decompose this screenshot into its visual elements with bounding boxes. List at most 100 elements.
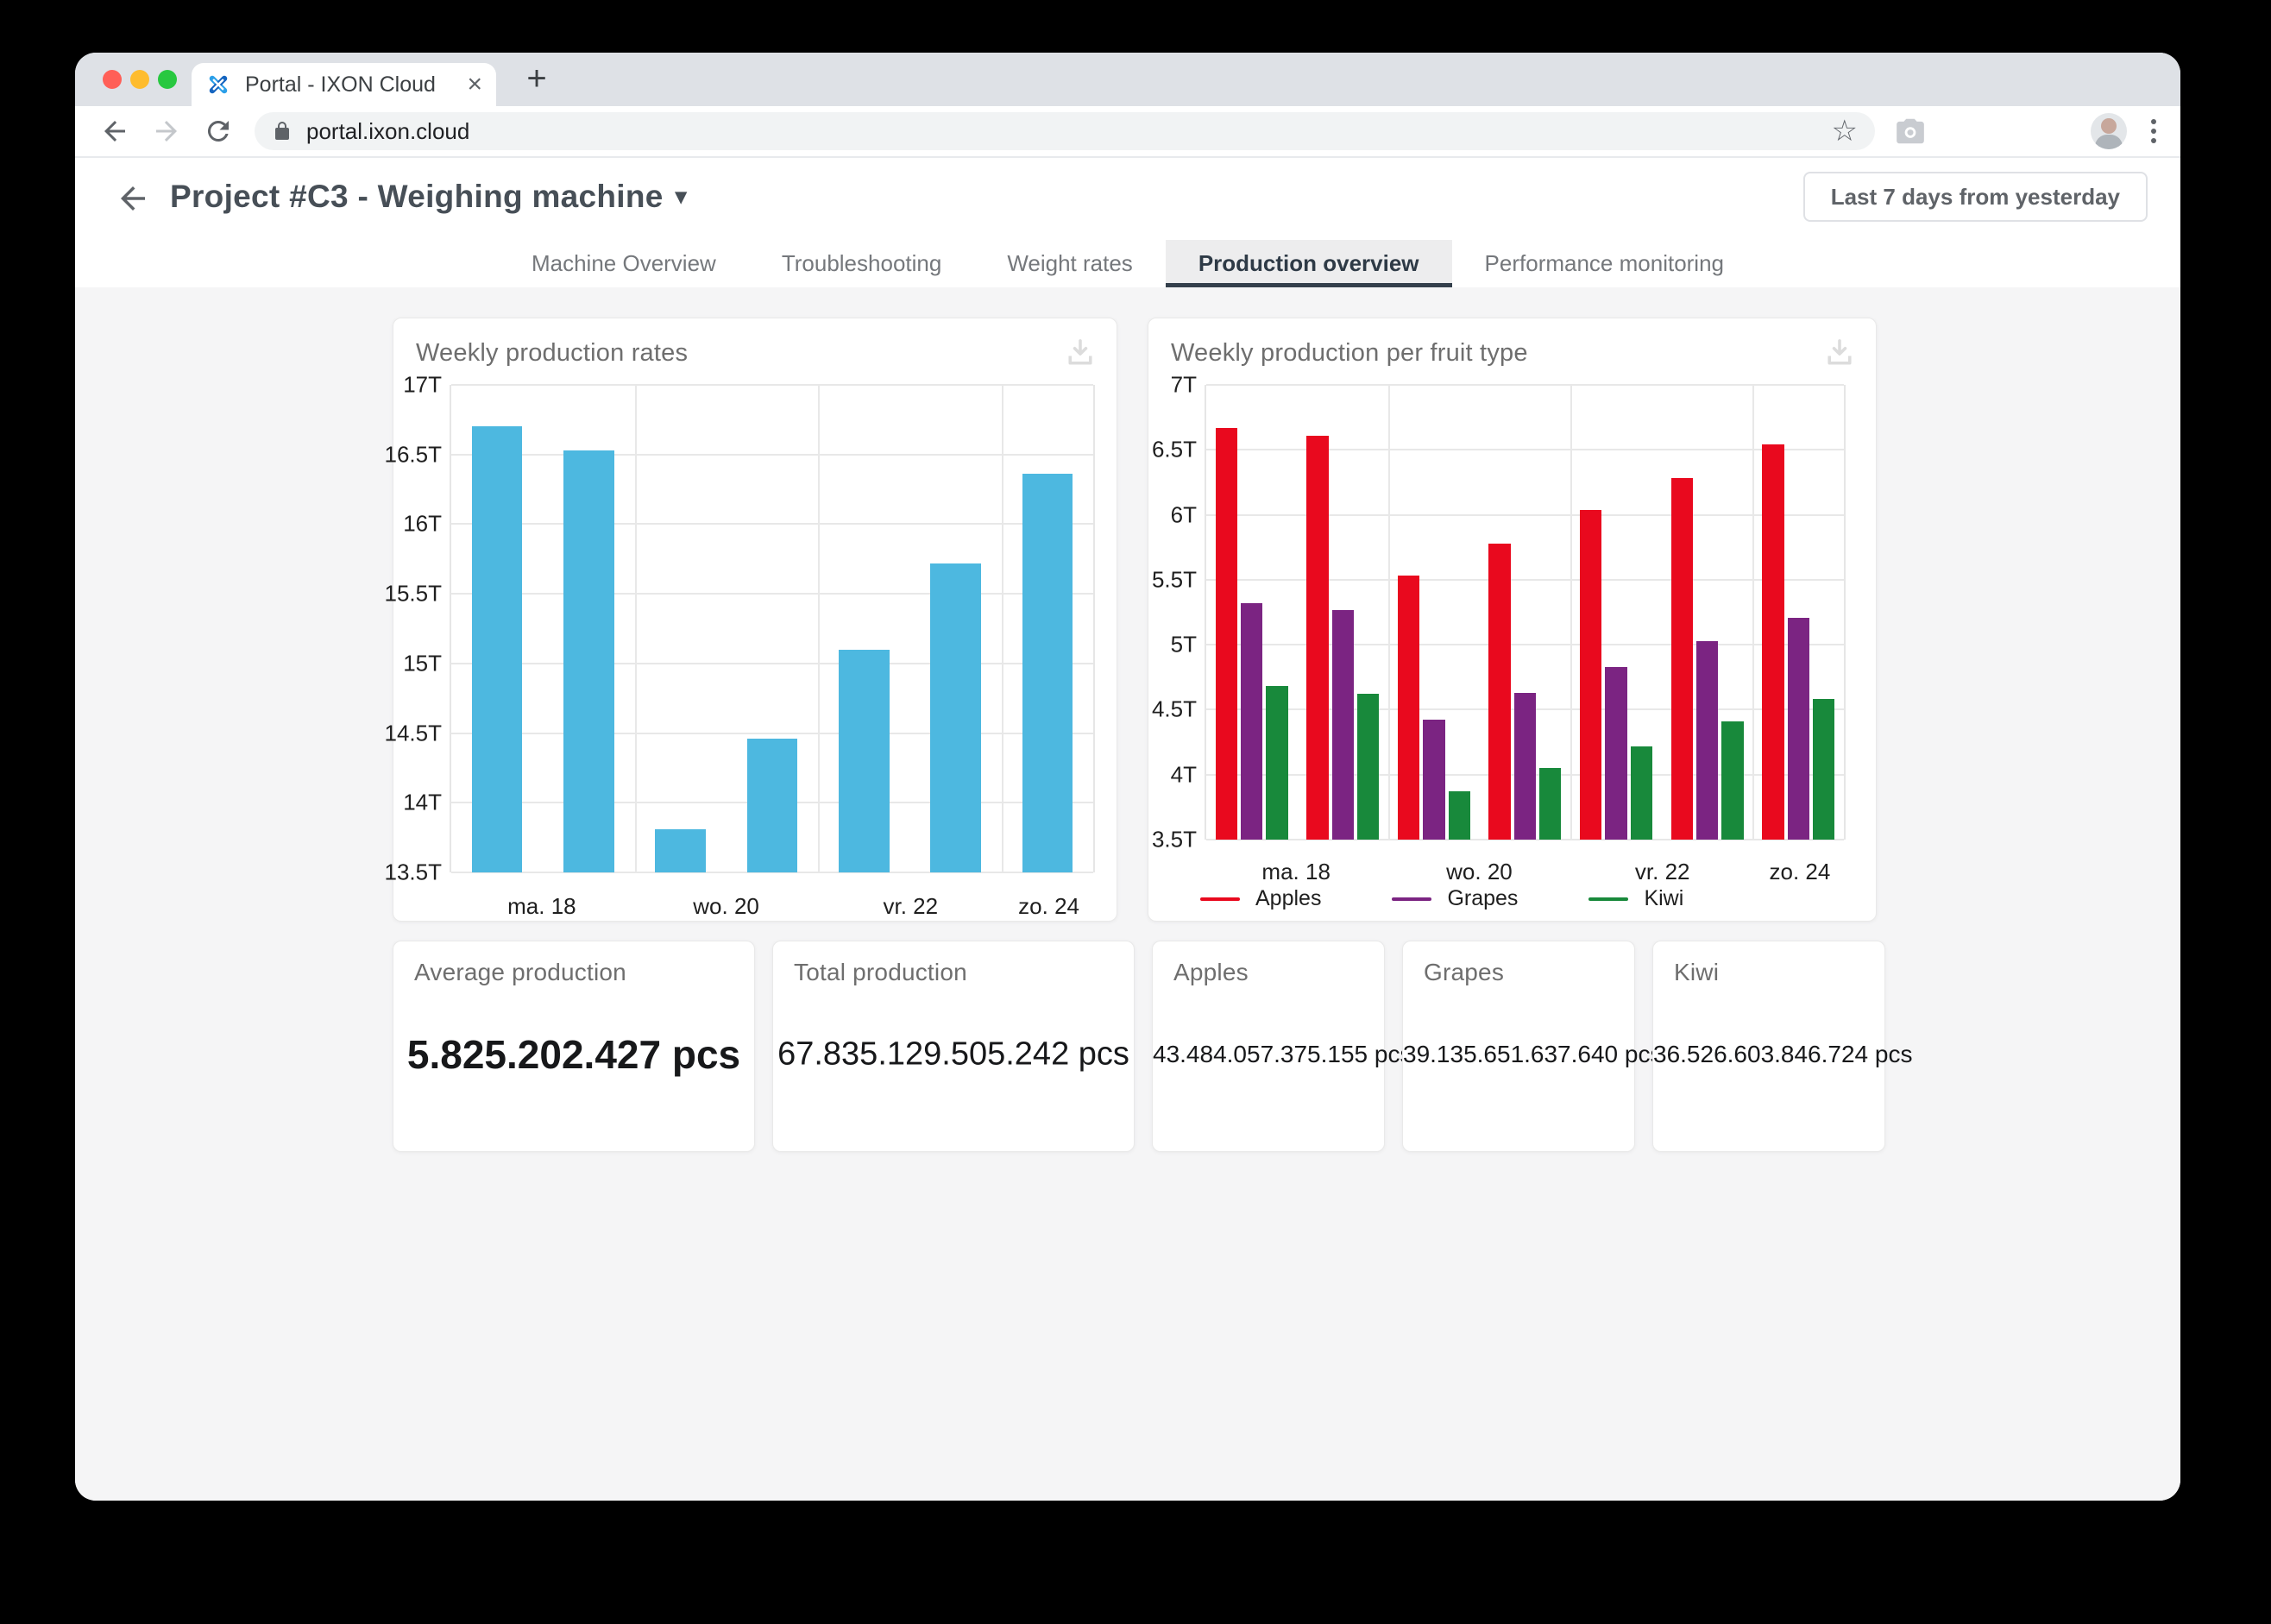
tab-title: Portal - IXON Cloud bbox=[245, 72, 458, 98]
address-bar[interactable]: portal.ixon.cloud ☆ bbox=[255, 112, 1875, 150]
bar[interactable] bbox=[1762, 444, 1783, 840]
y-axis-tick: 5.5T bbox=[1152, 566, 1197, 593]
stat-value: 39.135.651.637.640 pcs bbox=[1403, 1041, 1634, 1068]
legend-item-kiwi[interactable]: Kiwi bbox=[1588, 886, 1683, 911]
bar[interactable] bbox=[1605, 667, 1626, 840]
tab-machine-overview[interactable]: Machine Overview bbox=[499, 240, 749, 287]
charts-row: Weekly production rates 17T16.5T16T15.5T… bbox=[393, 318, 2180, 922]
bar[interactable] bbox=[1398, 576, 1419, 840]
tab-production-overview[interactable]: Production overview bbox=[1166, 240, 1452, 287]
x-axis-tick: ma. 18 bbox=[1261, 859, 1331, 885]
stat-title: Apples bbox=[1173, 959, 1249, 986]
bar[interactable] bbox=[655, 829, 705, 872]
bar-group bbox=[1206, 385, 1298, 840]
stat-value: 67.835.129.505.242 pcs bbox=[773, 1036, 1134, 1073]
x-axis-tick: vr. 22 bbox=[1635, 859, 1690, 885]
bar[interactable] bbox=[1423, 720, 1444, 840]
bar[interactable] bbox=[1788, 618, 1809, 840]
date-range-button[interactable]: Last 7 days from yesterday bbox=[1803, 172, 2148, 222]
bar-group bbox=[818, 385, 909, 872]
bar[interactable] bbox=[563, 450, 613, 872]
y-axis-tick: 7T bbox=[1171, 372, 1197, 399]
y-axis-tick: 13.5T bbox=[385, 859, 443, 886]
x-axis-tick: vr. 22 bbox=[883, 893, 938, 920]
browser-window: Portal - IXON Cloud × + portal.ixon.clou… bbox=[75, 53, 2180, 1501]
secure-lock-icon bbox=[272, 121, 293, 142]
bar[interactable] bbox=[930, 563, 980, 872]
minimize-window-button[interactable] bbox=[130, 70, 149, 89]
stat-title: Average production bbox=[414, 959, 626, 986]
legend-label: Grapes bbox=[1447, 886, 1518, 911]
chart-legend: Apples Grapes Kiwi bbox=[1200, 886, 1683, 911]
legend-marker bbox=[1200, 897, 1240, 901]
close-window-button[interactable] bbox=[103, 70, 122, 89]
stat-title: Grapes bbox=[1424, 959, 1504, 986]
y-axis-tick: 6T bbox=[1171, 501, 1197, 528]
bar[interactable] bbox=[1514, 693, 1536, 840]
bar-group bbox=[1662, 385, 1753, 840]
stat-title: Total production bbox=[794, 959, 967, 986]
y-axis-tick: 6.5T bbox=[1152, 437, 1197, 463]
legend-item-grapes[interactable]: Grapes bbox=[1392, 886, 1518, 911]
bar-group bbox=[909, 385, 1001, 872]
browser-reload-icon[interactable] bbox=[203, 116, 234, 147]
x-axis: ma. 18wo. 20vr. 22zo. 24 bbox=[1205, 850, 1846, 879]
bar-group bbox=[635, 385, 727, 872]
bar[interactable] bbox=[1580, 510, 1601, 840]
bar[interactable] bbox=[1539, 768, 1561, 840]
y-axis-tick: 14.5T bbox=[385, 720, 443, 746]
bar[interactable] bbox=[1631, 746, 1652, 840]
tab-weight-rates[interactable]: Weight rates bbox=[974, 240, 1165, 287]
user-avatar[interactable] bbox=[2091, 113, 2127, 149]
screenshot-camera-icon[interactable] bbox=[1894, 115, 1927, 148]
bar[interactable] bbox=[747, 739, 797, 872]
y-axis-tick: 4.5T bbox=[1152, 696, 1197, 723]
bar[interactable] bbox=[1216, 428, 1237, 840]
bookmark-star-icon[interactable]: ☆ bbox=[1832, 116, 1858, 146]
bar[interactable] bbox=[1357, 694, 1379, 840]
bar[interactable] bbox=[1266, 686, 1287, 840]
bar-group bbox=[1752, 385, 1844, 840]
bar[interactable] bbox=[472, 426, 522, 872]
download-icon[interactable] bbox=[1063, 336, 1098, 370]
plot-area bbox=[450, 385, 1095, 872]
stat-value: 5.825.202.427 pcs bbox=[393, 1031, 754, 1078]
bar[interactable] bbox=[1488, 544, 1510, 840]
browser-menu-icon[interactable] bbox=[2151, 119, 2156, 143]
stat-title: Kiwi bbox=[1674, 959, 1719, 986]
new-tab-button[interactable]: + bbox=[517, 60, 557, 99]
bar[interactable] bbox=[1306, 436, 1328, 840]
bar[interactable] bbox=[839, 650, 889, 872]
dashboard-content: Weekly production rates 17T16.5T16T15.5T… bbox=[75, 287, 2180, 1501]
legend-label: Kiwi bbox=[1644, 886, 1683, 911]
y-axis-tick: 3.5T bbox=[1152, 827, 1197, 853]
download-icon[interactable] bbox=[1822, 336, 1857, 370]
desktop: Portal - IXON Cloud × + portal.ixon.clou… bbox=[0, 0, 2271, 1624]
close-tab-icon[interactable]: × bbox=[467, 72, 482, 98]
bar[interactable] bbox=[1332, 610, 1354, 840]
x-axis-tick: ma. 18 bbox=[507, 893, 576, 920]
browser-back-icon[interactable] bbox=[99, 116, 130, 147]
bar[interactable] bbox=[1671, 478, 1693, 840]
bar[interactable] bbox=[1721, 721, 1743, 840]
bar[interactable] bbox=[1241, 603, 1262, 840]
browser-tab[interactable]: Portal - IXON Cloud × bbox=[192, 63, 496, 106]
browser-forward-icon[interactable] bbox=[151, 116, 182, 147]
maximize-window-button[interactable] bbox=[158, 70, 177, 89]
back-icon[interactable] bbox=[115, 180, 151, 217]
y-axis-tick: 15T bbox=[403, 650, 442, 677]
bar[interactable] bbox=[1449, 791, 1470, 840]
bar[interactable] bbox=[1696, 641, 1718, 840]
legend-marker bbox=[1392, 897, 1431, 901]
url-text: portal.ixon.cloud bbox=[306, 118, 1832, 145]
tab-troubleshooting[interactable]: Troubleshooting bbox=[749, 240, 975, 287]
page-title[interactable]: Project #C3 - Weighing machine▾ bbox=[170, 179, 687, 215]
bar[interactable] bbox=[1813, 699, 1834, 840]
chart-card-weekly-production-rates: Weekly production rates 17T16.5T16T15.5T… bbox=[393, 318, 1117, 922]
tab-performance-monitoring[interactable]: Performance monitoring bbox=[1452, 240, 1757, 287]
bar[interactable] bbox=[1022, 474, 1073, 872]
bar-group bbox=[1298, 385, 1389, 840]
legend-item-apples[interactable]: Apples bbox=[1200, 886, 1321, 911]
portal-page: Project #C3 - Weighing machine▾ Last 7 d… bbox=[75, 158, 2180, 1501]
bar-group bbox=[727, 385, 818, 872]
